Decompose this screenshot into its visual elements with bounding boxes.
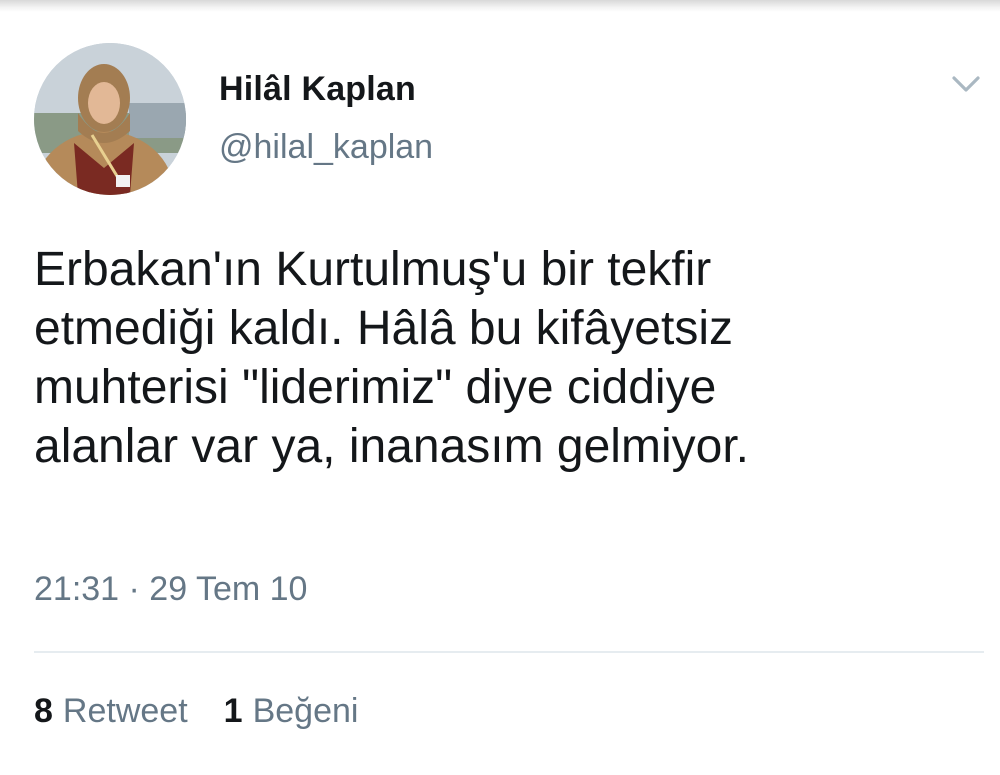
tweet-text: Erbakan'ın Kurtulmuş'u bir tekfir etmedi… [34, 243, 749, 473]
tweet-card: Hilâl Kaplan @hilal_kaplan Erbakan'ın Ku… [0, 0, 1000, 775]
retweet-count: 8 [34, 692, 53, 730]
tweet-stats: 8 Retweet 1 Beğeni [34, 692, 358, 731]
like-stat[interactable]: 1 Beğeni [224, 692, 359, 731]
divider [34, 651, 984, 653]
like-label: Beğeni [252, 692, 359, 730]
avatar-photo [34, 43, 186, 195]
chevron-down-icon[interactable] [946, 64, 986, 104]
retweet-stat[interactable]: 8 Retweet [34, 692, 188, 731]
avatar[interactable] [34, 43, 186, 195]
like-count: 1 [223, 692, 243, 730]
author-display-name[interactable]: Hilâl Kaplan [219, 70, 416, 109]
author-handle[interactable]: @hilal_kaplan [219, 128, 433, 167]
top-edge-shadow [0, 0, 1000, 12]
retweet-label: Retweet [62, 692, 188, 730]
tweet-timestamp[interactable]: 21:31 · 29 Tem 10 [34, 570, 307, 609]
